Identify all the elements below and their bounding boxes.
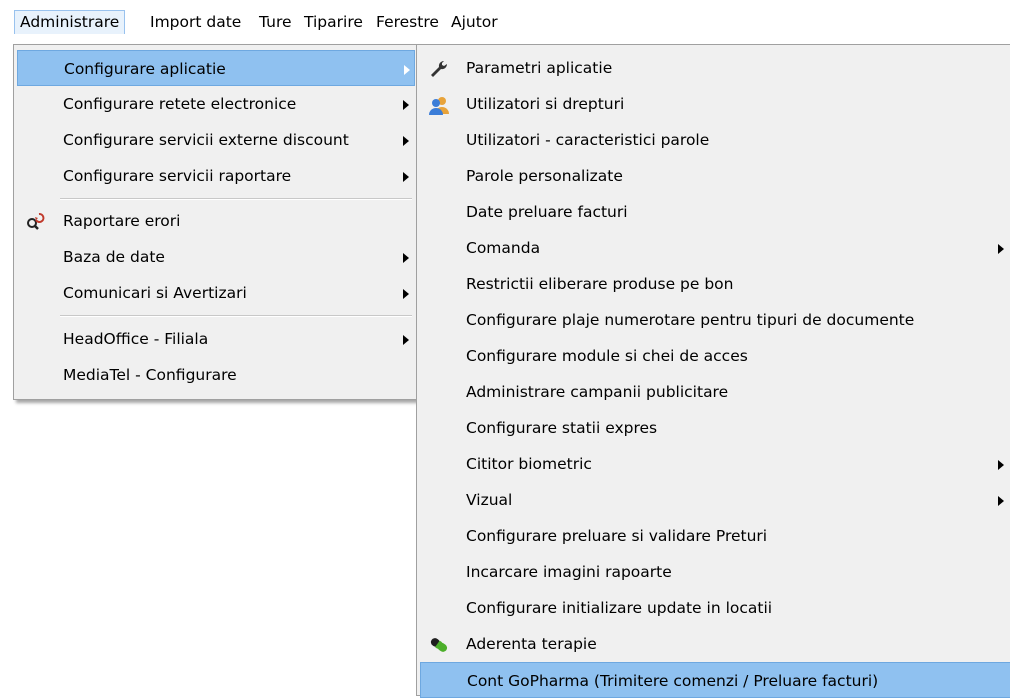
menu-item-label: Raportare erori xyxy=(63,212,181,230)
menu-item-mediatel[interactable]: MediaTel - Configurare xyxy=(17,357,415,393)
menu-item-caracteristici-parole[interactable]: Utilizatori - caracteristici parole xyxy=(420,122,1010,158)
menu-item-parametri-aplicatie[interactable]: Parametri aplicatie xyxy=(420,50,1010,86)
menu-item-label: Comanda xyxy=(466,239,541,257)
menu-import-date[interactable]: Import date xyxy=(145,10,246,34)
administrare-menu: Configurare aplicatie Configurare retete… xyxy=(13,44,419,400)
submenu-arrow-icon xyxy=(403,172,409,182)
menu-item-statii-expres[interactable]: Configurare statii expres xyxy=(420,410,1010,446)
submenu-arrow-icon xyxy=(998,244,1004,254)
menu-item-label: Cititor biometric xyxy=(466,455,592,473)
menu-item-label: Utilizatori si drepturi xyxy=(466,95,625,113)
menu-item-label: Configurare preluare si validare Preturi xyxy=(466,527,768,545)
pill-icon xyxy=(430,638,448,652)
menu-item-label: Restrictii eliberare produse pe bon xyxy=(466,275,734,293)
menu-item-validare-preturi[interactable]: Configurare preluare si validare Preturi xyxy=(420,518,1010,554)
menu-item-baza-de-date[interactable]: Baza de date xyxy=(17,239,415,275)
menu-item-label: Configurare servicii externe discount xyxy=(63,131,349,149)
menu-item-label: Date preluare facturi xyxy=(466,203,628,221)
menu-ferestre[interactable]: Ferestre xyxy=(371,10,444,34)
menu-item-label: Parole personalizate xyxy=(466,167,623,185)
menu-item-label: Comunicari si Avertizari xyxy=(63,284,247,302)
submenu-arrow-icon xyxy=(403,253,409,263)
menu-item-imagini-rapoarte[interactable]: Incarcare imagini rapoarte xyxy=(420,554,1010,590)
menu-item-headoffice-filiala[interactable]: HeadOffice - Filiala xyxy=(17,321,415,357)
menu-item-label: Configurare retete electronice xyxy=(63,95,297,113)
menu-item-label: Configurare initializare update in locat… xyxy=(466,599,773,617)
menu-item-module-chei-acces[interactable]: Configurare module si chei de acces xyxy=(420,338,1010,374)
menu-bar: Administrare Import date Ture Tiparire F… xyxy=(0,0,1010,34)
menu-item-cititor-biometric[interactable]: Cititor biometric xyxy=(420,446,1010,482)
menu-tiparire[interactable]: Tiparire xyxy=(299,10,368,34)
submenu-arrow-icon xyxy=(403,335,409,345)
menu-item-label: Configurare module si chei de acces xyxy=(466,347,748,365)
menu-item-label: Configurare servicii raportare xyxy=(63,167,292,185)
menu-item-servicii-externe-discount[interactable]: Configurare servicii externe discount xyxy=(17,122,415,158)
menu-item-comunicari[interactable]: Comunicari si Avertizari xyxy=(17,275,415,311)
submenu-arrow-icon xyxy=(998,496,1004,506)
menu-separator xyxy=(60,315,412,317)
menu-item-label: MediaTel - Configurare xyxy=(63,366,237,384)
submenu-arrow-icon xyxy=(403,100,409,110)
menu-item-plaje-numerotare[interactable]: Configurare plaje numerotare pentru tipu… xyxy=(420,302,1010,338)
wrench-icon xyxy=(431,60,448,77)
menu-item-label: Utilizatori - caracteristici parole xyxy=(466,131,710,149)
submenu-arrow-icon xyxy=(404,65,410,75)
menu-item-comanda[interactable]: Comanda xyxy=(420,230,1010,266)
menu-item-label: HeadOffice - Filiala xyxy=(63,330,209,348)
menu-item-servicii-raportare[interactable]: Configurare servicii raportare xyxy=(17,158,415,194)
menu-item-raportare-erori[interactable]: Raportare erori xyxy=(17,203,415,239)
submenu-arrow-icon xyxy=(998,460,1004,470)
submenu-arrow-icon xyxy=(403,289,409,299)
menu-item-label: Parametri aplicatie xyxy=(466,59,613,77)
menu-item-initializare-update[interactable]: Configurare initializare update in locat… xyxy=(420,590,1010,626)
menu-item-date-preluare-facturi[interactable]: Date preluare facturi xyxy=(420,194,1010,230)
menu-item-label: Cont GoPharma (Trimitere comenzi / Prelu… xyxy=(467,672,879,690)
menu-item-cont-gopharma[interactable]: Cont GoPharma (Trimitere comenzi / Prelu… xyxy=(420,662,1010,698)
menu-ajutor[interactable]: Ajutor xyxy=(446,10,503,34)
menu-item-label: Configurare aplicatie xyxy=(64,60,226,78)
menu-item-utilizatori-drepturi[interactable]: Utilizatori si drepturi xyxy=(420,86,1010,122)
menu-item-label: Configurare statii expres xyxy=(466,419,658,437)
users-icon xyxy=(429,97,449,115)
menu-ture[interactable]: Ture xyxy=(254,10,297,34)
menu-item-aderenta-terapie[interactable]: Aderenta terapie xyxy=(420,626,1010,662)
menu-item-label: Aderenta terapie xyxy=(466,635,597,653)
menu-item-parole-personalizate[interactable]: Parole personalizate xyxy=(420,158,1010,194)
menu-item-campanii-publicitare[interactable]: Administrare campanii publicitare xyxy=(420,374,1010,410)
menu-item-label: Configurare plaje numerotare pentru tipu… xyxy=(466,311,915,329)
menu-item-restrictii-eliberare[interactable]: Restrictii eliberare produse pe bon xyxy=(420,266,1010,302)
magnifier-refresh-icon xyxy=(27,213,45,230)
submenu-arrow-icon xyxy=(403,136,409,146)
configurare-aplicatie-submenu: Parametri aplicatie Utilizatori si drept… xyxy=(416,44,1010,698)
menu-item-label: Administrare campanii publicitare xyxy=(466,383,729,401)
menu-item-configurare-aplicatie[interactable]: Configurare aplicatie xyxy=(17,50,415,86)
menu-administrare[interactable]: Administrare xyxy=(14,10,126,34)
menu-item-configurare-retete[interactable]: Configurare retete electronice xyxy=(17,86,415,122)
menu-separator xyxy=(60,198,412,200)
menu-item-label: Baza de date xyxy=(63,248,165,266)
menu-item-vizual[interactable]: Vizual xyxy=(420,482,1010,518)
menu-item-label: Incarcare imagini rapoarte xyxy=(466,563,672,581)
menu-item-label: Vizual xyxy=(466,491,513,509)
